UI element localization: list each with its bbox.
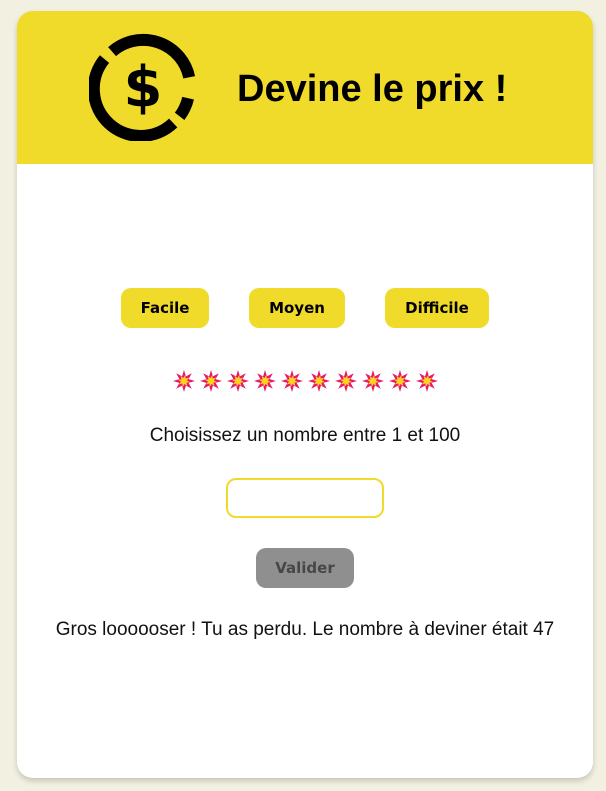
- explosion-icon: [361, 370, 384, 392]
- difficulty-hard-button[interactable]: Difficile: [385, 288, 489, 328]
- explosion-icon: [307, 370, 330, 392]
- instruction-text: Choisissez un nombre entre 1 et 100: [149, 425, 461, 446]
- difficulty-medium-button[interactable]: Moyen: [249, 288, 345, 328]
- difficulty-easy-button[interactable]: Facile: [121, 288, 209, 328]
- game-card: $ Devine le prix ! Facile Moyen Difficil…: [17, 11, 593, 778]
- dollar-circle-icon: $: [89, 33, 196, 141]
- lives-indicator: [17, 369, 593, 393]
- submit-button[interactable]: Valider: [256, 548, 354, 588]
- result-message: Gros loooooser ! Tu as perdu. Le nombre …: [55, 619, 555, 640]
- explosion-icon: [334, 370, 357, 392]
- explosion-icon: [280, 370, 303, 392]
- page-title: Devine le prix !: [237, 68, 508, 110]
- explosion-icon: [388, 370, 411, 392]
- explosion-icon: [253, 370, 276, 392]
- explosion-icon: [226, 370, 249, 392]
- guess-input[interactable]: [226, 478, 384, 518]
- svg-text:$: $: [124, 55, 163, 120]
- explosion-icon: [199, 370, 222, 392]
- explosion-icon: [415, 370, 438, 392]
- explosion-icon: [172, 370, 195, 392]
- header: $ Devine le prix !: [17, 11, 593, 164]
